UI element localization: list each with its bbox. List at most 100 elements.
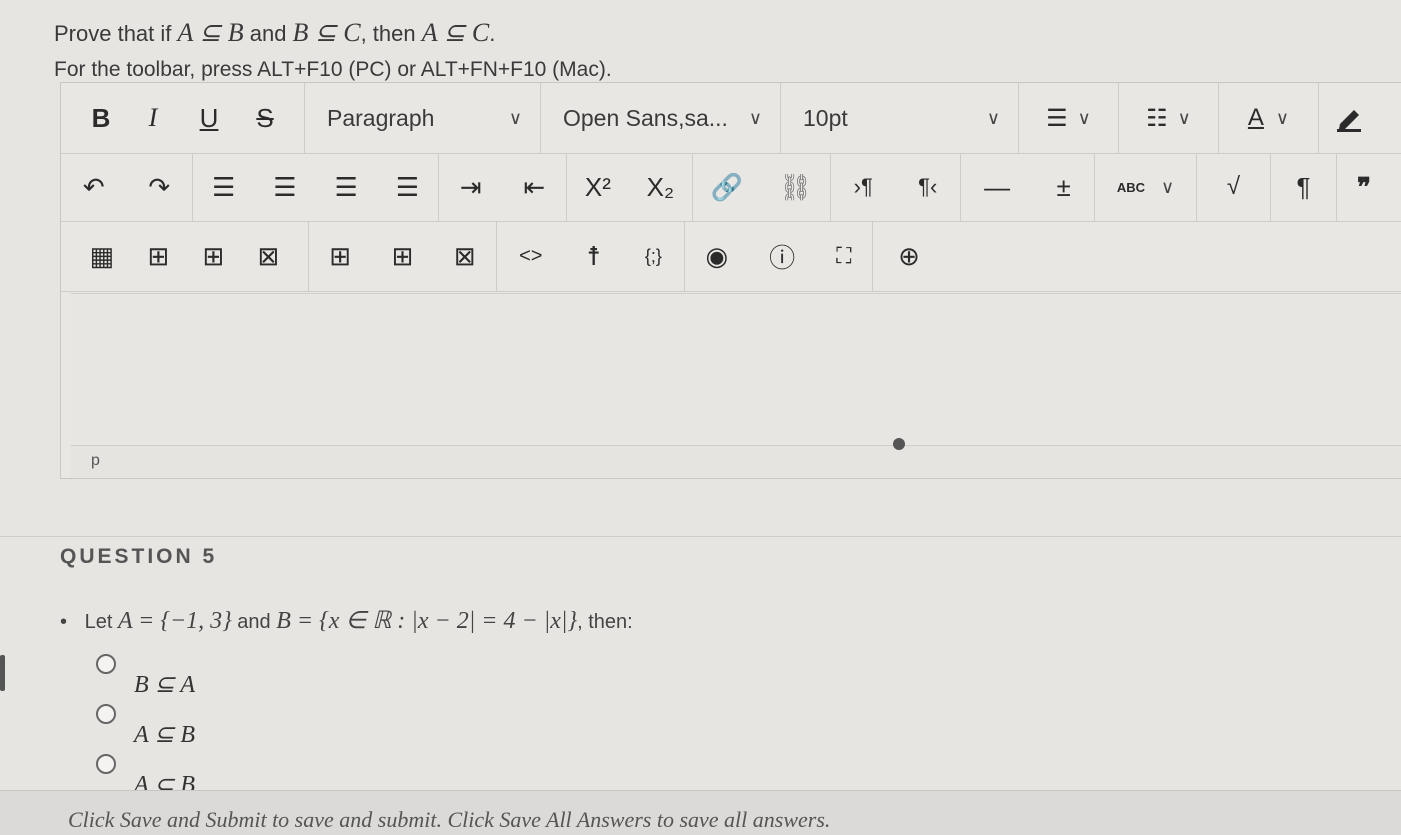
insert-group: — ± — [961, 153, 1095, 221]
answer-label: B ⊆ A — [134, 672, 195, 698]
table-insert-icon[interactable]: ⊞ — [203, 221, 225, 291]
superscript-button[interactable]: X² — [585, 153, 611, 221]
question-title: QUESTION 5 — [60, 545, 218, 568]
script-group: X² X₂ — [567, 153, 693, 221]
square-root-icon: √ — [1226, 173, 1241, 200]
numbered-list-icon: ☷ — [1146, 104, 1168, 132]
table-row-icon[interactable]: ⊞ — [147, 221, 169, 291]
italic-button[interactable]: I — [127, 83, 179, 153]
accessibility-icon[interactable]: ☨ — [587, 221, 601, 291]
highlight-pen-icon[interactable] — [1319, 83, 1379, 153]
font-family-value: Open Sans,sa... — [563, 104, 728, 131]
indent-group: ⇥ ⇤ — [439, 153, 567, 221]
table-group: ▦ ⊞ ⊞ ⊠ — [61, 221, 309, 291]
prompt-end: . — [489, 21, 496, 46]
outdent-icon[interactable]: ⇤ — [523, 153, 545, 221]
answer-option-1[interactable]: B ⊆ A — [96, 654, 195, 699]
font-size-value: 10pt — [803, 104, 848, 131]
bullet-list-button[interactable]: ☰ ∨ — [1019, 83, 1119, 153]
prompt-expr-3: A ⊆ C — [421, 18, 490, 47]
math-button[interactable]: √ — [1197, 153, 1271, 221]
chevron-down-icon: ∨ — [1177, 107, 1191, 128]
unlink-icon[interactable]: ⛓ — [779, 153, 812, 221]
rtl-button[interactable]: ¶‹ — [918, 153, 937, 221]
toolbar-row-1: B I U S Paragraph ∨ Open Sans,sa... ∨ 10… — [61, 83, 1401, 154]
insert-special-icon[interactable]: ± — [1057, 153, 1071, 221]
toolbar-hint: For the toolbar, press ALT+F10 (PC) or A… — [54, 58, 612, 81]
spellcheck-button[interactable]: ABC ∨ — [1095, 153, 1197, 221]
text-color-button[interactable]: A ∨ — [1219, 83, 1319, 153]
table-delete-icon[interactable]: ⊠ — [258, 221, 280, 291]
answer-label: A ⊆ B — [134, 722, 195, 748]
prompt-expr-1: A ⊆ B — [177, 18, 244, 47]
fullscreen-icon[interactable]: ⛶ — [836, 221, 851, 291]
link-group: 🔗 ⛓ — [693, 153, 831, 221]
set-b: B = {x ∈ ℝ : |x − 2| = 4 − |x|} — [276, 608, 578, 634]
text-color-icon: A — [1247, 104, 1264, 131]
bold-button[interactable]: B — [75, 83, 127, 153]
horizontal-rule-icon[interactable]: — — [984, 153, 1010, 221]
left-edge-marker — [0, 655, 5, 691]
preview-eye-icon[interactable]: ◉ — [705, 221, 728, 291]
question-divider — [0, 536, 1401, 537]
prompt-expr-2: B ⊆ C — [292, 18, 361, 47]
question-let: Let — [84, 611, 118, 633]
subscript-button[interactable]: X₂ — [647, 153, 674, 221]
question-bullet: • — [60, 611, 68, 633]
code-group: <> ☨ {;} — [497, 221, 685, 291]
numbered-list-button[interactable]: ☷ ∨ — [1119, 83, 1219, 153]
chevron-down-icon: ∨ — [1275, 107, 1290, 128]
align-justify-icon[interactable]: ☰ — [396, 153, 419, 221]
direction-group: ›¶ ¶‹ — [831, 153, 961, 221]
radio-button[interactable] — [96, 704, 116, 724]
strikethrough-button[interactable]: S — [239, 83, 291, 153]
answer-option-2[interactable]: A ⊆ B — [96, 704, 195, 749]
chevron-down-icon: ∨ — [508, 107, 522, 128]
radio-button[interactable] — [96, 654, 116, 674]
align-right-icon[interactable]: ☰ — [334, 153, 357, 221]
prompt-prefix: Prove that if — [54, 21, 178, 46]
table-cell-icon[interactable]: ⊞ — [392, 221, 414, 291]
redo-icon[interactable]: ↷ — [148, 153, 170, 221]
footer-bar: Click Save and Submit to save and submit… — [0, 790, 1401, 835]
prompt-then: , then — [360, 21, 422, 46]
editor-text-area[interactable] — [71, 293, 1401, 444]
indent-icon[interactable]: ⇥ — [460, 153, 482, 221]
align-left-icon[interactable]: ☰ — [212, 153, 235, 221]
link-icon[interactable]: 🔗 — [711, 153, 743, 221]
block-format-select[interactable]: Paragraph ∨ — [305, 83, 541, 153]
add-content-icon[interactable]: ⊕ — [873, 221, 945, 291]
align-group: ☰ ☰ ☰ ☰ — [193, 153, 439, 221]
radio-button[interactable] — [96, 754, 116, 774]
question-text: • Let A = {−1, 3} and B = {x ∈ ℝ : |x − … — [60, 606, 633, 635]
show-blocks-button[interactable]: ¶ — [1271, 153, 1337, 221]
table-edit-group: ⊞ ⊞ ⊠ — [309, 221, 497, 291]
table-remove-icon[interactable]: ⊠ — [454, 221, 476, 291]
prompt-text: Prove that if A ⊆ B and B ⊆ C, then A ⊆ … — [54, 18, 495, 48]
ltr-button[interactable]: ›¶ — [854, 153, 873, 221]
font-size-select[interactable]: 10pt ∨ — [781, 83, 1019, 153]
table-icon[interactable]: ▦ — [90, 221, 115, 291]
underline-button[interactable]: U — [179, 83, 239, 153]
block-format-value: Paragraph — [327, 104, 435, 131]
blockquote-icon[interactable]: ❞ — [1337, 153, 1391, 221]
set-a: A = {−1, 3} — [117, 608, 232, 634]
prompt-and: and — [243, 21, 293, 46]
bullet-list-icon: ☰ — [1046, 104, 1068, 132]
view-group: ◉ ⓘ ⛶ — [685, 221, 873, 291]
table-column-icon[interactable]: ⊞ — [329, 221, 351, 291]
template-button[interactable]: {;} — [645, 221, 662, 291]
chevron-down-icon: ∨ — [748, 107, 762, 128]
chevron-down-icon: ∨ — [986, 107, 1000, 128]
question-and: and — [231, 611, 277, 633]
element-path: p — [91, 452, 100, 469]
align-center-icon[interactable]: ☰ — [273, 153, 296, 221]
font-family-select[interactable]: Open Sans,sa... ∨ — [541, 83, 781, 153]
resize-handle[interactable] — [893, 438, 905, 450]
source-code-button[interactable]: <> — [519, 221, 542, 291]
history-group: ↶ ↷ — [61, 153, 193, 221]
undo-icon[interactable]: ↶ — [83, 153, 105, 221]
editor-status-bar: p — [71, 438, 1401, 478]
help-icon[interactable]: ⓘ — [769, 221, 795, 291]
spellcheck-icon: ABC — [1116, 179, 1145, 195]
